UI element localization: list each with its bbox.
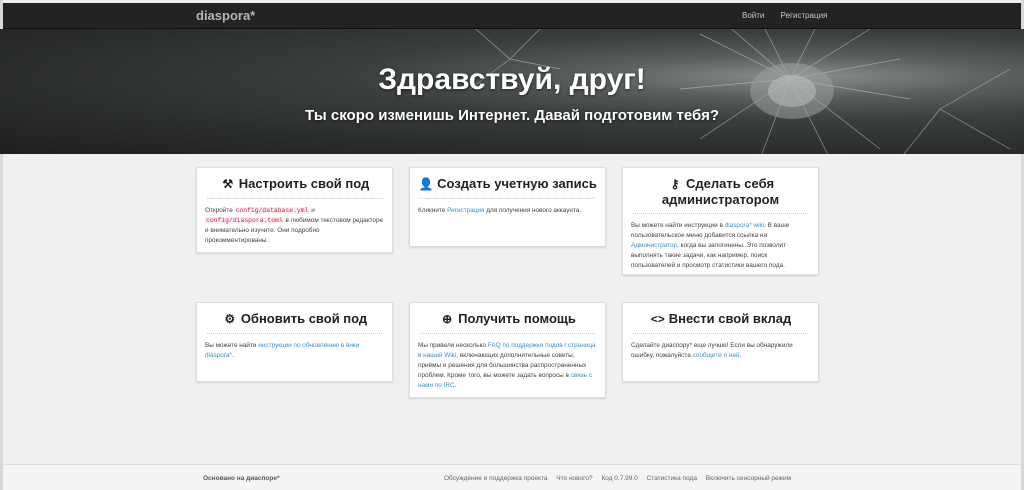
top-navbar: diaspora* Войти Регистрация [3, 3, 1021, 29]
footer-links: Обсуждение и поддержка проекта Что новог… [444, 475, 798, 482]
hero-subtitle: Ты скоро изменишь Интернет. Давай подгот… [304, 107, 720, 124]
card-title: ⚒ Настроить свой под [197, 168, 392, 192]
add-user-icon: 👤 [418, 177, 434, 191]
card-configure-pod: ⚒ Настроить свой под Откройте config/data… [196, 167, 393, 253]
report-bug-link[interactable]: сообщите о ней [693, 352, 740, 359]
tools-icon: ⚒ [222, 177, 234, 191]
nav-links: Войти Регистрация [742, 11, 841, 20]
card-title: ⚷ Сделать себя администратором [661, 176, 780, 207]
register-card-link[interactable]: Регистрация [447, 207, 484, 214]
wiki-link[interactable]: diaspora* wiki [725, 222, 764, 229]
card-title: ⊕ Получить помощь [410, 303, 605, 327]
card-make-admin: ⚷ Сделать себя администратором Вы можете … [622, 167, 819, 275]
code-database-yml: config/database.yml [234, 207, 310, 214]
card-text: Вы можете найти инструкции по обновлению… [205, 342, 360, 359]
admin-link[interactable]: Администратор [631, 242, 677, 249]
footer-link-discussion[interactable]: Обсуждение и поддержка проекта [444, 475, 547, 482]
hero-title: Здравствуй, друг! [378, 63, 646, 96]
card-get-help: ⊕ Получить помощь Мы привели несколько FA… [409, 302, 606, 398]
card-update-pod: ⚙ Обновить свой под Вы можете найти инстр… [196, 302, 393, 382]
lifebuoy-icon: ⊕ [442, 312, 453, 326]
card-contribute: <> Внести свой вклад Сделайте диаспору* е… [622, 302, 819, 382]
footer-link-whats-new[interactable]: Что нового? [556, 475, 592, 482]
footer-link-statistics[interactable]: Статистика пода [647, 475, 697, 482]
card-text: Кликните Регистрация для получения новог… [418, 207, 582, 214]
code-icon: <> [650, 312, 665, 326]
card-title: ⚙ Обновить свой под [197, 303, 392, 327]
page-footer: Основано на диаспоре* Обсуждение и подде… [3, 464, 1021, 490]
card-title: 👤 Создать учетную запись [418, 176, 597, 191]
powered-by: Основано на диаспоре* [203, 475, 280, 482]
card-text: Мы привели несколько FAQ по поддержке по… [418, 342, 596, 389]
card-create-account: 👤 Создать учетную запись Кликните Регистр… [409, 167, 606, 247]
login-link[interactable]: Войти [742, 11, 764, 20]
card-title: <> Внести свой вклад [650, 311, 792, 326]
footer-link-code[interactable]: Код 0.7.99.0 [601, 475, 637, 482]
card-text: Откройте config/database.yml и config/di… [205, 207, 384, 244]
card-text: Вы можете найти инструкции в diaspora* w… [631, 222, 790, 269]
hero-banner: Здравствуй, друг! Ты скоро изменишь Инте… [0, 29, 1024, 154]
gear-icon: ⚙ [224, 312, 236, 326]
card-text: Сделайте диаспору* еще лучше! Если вы об… [631, 342, 793, 359]
code-diaspora-toml: config/diaspora.toml [205, 217, 284, 224]
key-icon: ⚷ [670, 177, 680, 191]
register-link[interactable]: Регистрация [781, 11, 828, 20]
footer-link-touch-mode[interactable]: Включить сенсорный режим [706, 475, 791, 482]
brand-logo[interactable]: diaspora* [196, 8, 255, 23]
